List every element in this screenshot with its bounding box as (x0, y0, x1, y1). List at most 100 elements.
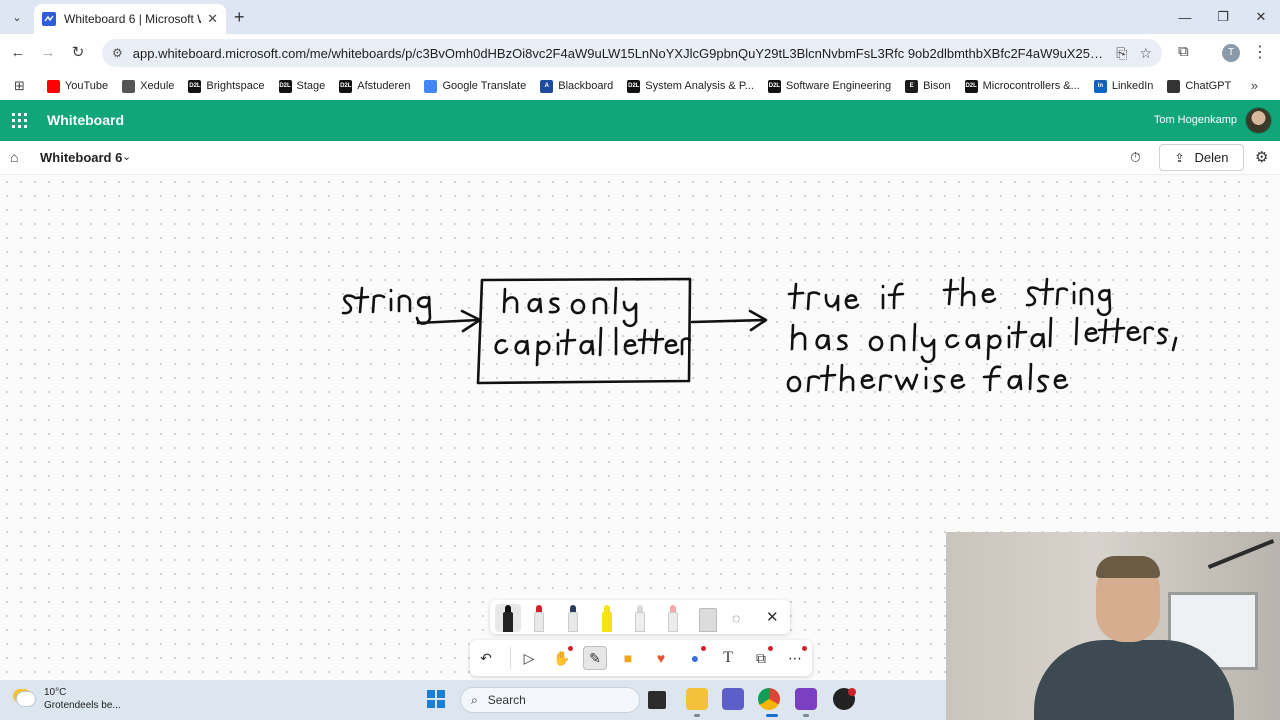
settings-gear-icon[interactable]: ⚙ (1255, 148, 1268, 166)
install-app-icon[interactable]: ⎘ (1116, 45, 1127, 62)
bookmark-item[interactable]: D2L Brightspace (188, 79, 265, 93)
timer-icon[interactable]: ⏱ (1130, 149, 1141, 166)
bookmark-favicon-icon: D2L (278, 79, 292, 93)
bookmark-favicon-icon: D2L (188, 79, 202, 93)
new-tab-button[interactable]: + (234, 7, 245, 28)
bookmark-item[interactable]: ChatGPT (1167, 79, 1231, 93)
bookmark-item[interactable]: E Bison (905, 79, 951, 93)
running-indicator (803, 714, 809, 717)
bookmark-item[interactable]: YouTube (46, 79, 108, 93)
teams-icon[interactable] (722, 688, 744, 710)
bookmark-favicon-icon: D2L (767, 79, 781, 93)
weather-description: Grotendeels be... (44, 700, 121, 711)
extensions-icon[interactable]: ⧉ (1178, 43, 1189, 60)
heart-icon[interactable]: ♥ (649, 646, 673, 670)
bookmark-item[interactable]: A Blackboard (540, 79, 614, 93)
share-icon: ⇪ (1174, 150, 1185, 165)
ink-line-otherwise-false (786, 362, 1069, 393)
text-icon[interactable]: T (716, 646, 740, 670)
window-controls: — ❐ ✕ (1166, 0, 1280, 34)
bookmark-item[interactable]: Google Translate (424, 79, 526, 93)
board-title[interactable]: Whiteboard 6 (40, 150, 122, 165)
tab-close-icon[interactable]: ✕ (207, 11, 218, 27)
running-indicator (694, 714, 700, 717)
bookmark-favicon-icon: D2L (339, 79, 353, 93)
eraser-tool[interactable] (664, 604, 682, 632)
minimize-button[interactable]: — (1166, 0, 1204, 34)
sticky-note-icon[interactable]: ■ (616, 646, 640, 670)
site-info-icon[interactable]: ⚙ (112, 46, 123, 60)
lasso-select-icon[interactable]: ◌ (732, 610, 740, 626)
reload-icon[interactable]: ↻ (68, 43, 88, 63)
close-palette-icon[interactable]: ✕ (766, 608, 779, 626)
close-window-button[interactable]: ✕ (1242, 0, 1280, 34)
bookmark-item[interactable]: in LinkedIn (1093, 79, 1153, 93)
weather-widget[interactable]: 10°C Grotendeels be... (16, 686, 121, 712)
restore-button[interactable]: ❐ (1204, 0, 1242, 34)
home-icon[interactable]: ⌂ (10, 149, 18, 165)
pen-icon[interactable]: ✎ (583, 646, 607, 670)
profile-avatar[interactable]: T (1222, 44, 1240, 62)
undo-icon[interactable]: ↶ (474, 646, 498, 670)
red-pen-tool[interactable] (530, 604, 548, 632)
chrome-icon[interactable] (758, 688, 780, 710)
white-pen-tool[interactable] (631, 604, 649, 632)
bookmark-label: Bison (923, 80, 951, 92)
bookmark-item[interactable]: Xedule (122, 79, 174, 93)
select-icon[interactable]: ▷ (517, 646, 541, 670)
ink-word-string (341, 286, 432, 325)
yellow-highlighter-tool[interactable] (598, 604, 616, 632)
main-toolbar: ↶ ▷ ✋ ✎ ■ ♥ ● T ⧉ ⋯ (470, 640, 812, 676)
bookmark-item[interactable]: D2L Microcontrollers &... (964, 79, 1080, 93)
share-button[interactable]: ⇪ Delen (1159, 144, 1244, 171)
bookmark-label: Brightspace (206, 80, 265, 92)
bookmarks-bar: ⊞ YouTube Xedule D2L Brightspace D2L Stage D2L… (0, 72, 1280, 100)
app-title[interactable]: Whiteboard (47, 112, 124, 128)
ruler-tool[interactable] (696, 604, 720, 632)
ink-word-has-only (502, 286, 638, 328)
ink-word-capital-letters (494, 326, 692, 367)
recording-dot (848, 688, 856, 696)
visual-studio-icon[interactable] (795, 688, 817, 710)
bookmark-item[interactable]: D2L Afstuderen (339, 79, 411, 93)
chevron-down-icon[interactable]: ⌄ (122, 150, 131, 163)
webcam-lamp (1207, 539, 1275, 569)
browser-tab-whiteboard[interactable]: Whiteboard 6 | Microsoft Whiteboard ✕ (34, 4, 226, 34)
url-text[interactable]: app.whiteboard.microsoft.com/me/whiteboa… (133, 46, 1104, 61)
black-pen-tool[interactable] (495, 604, 521, 632)
task-view-icon[interactable] (648, 691, 666, 709)
bookmark-item[interactable]: D2L Stage (278, 79, 326, 93)
bookmark-star-icon[interactable]: ☆ (1139, 45, 1152, 62)
taskbar-search[interactable]: ⌕ Search (460, 687, 640, 713)
app-launcher-icon[interactable] (12, 113, 27, 128)
bookmark-favicon-icon (122, 79, 136, 93)
apps-grid-icon[interactable]: ⊞ (14, 78, 25, 94)
bookmark-label: Stage (296, 80, 326, 92)
bookmark-label: Microcontrollers &... (982, 80, 1080, 92)
bookmark-favicon-icon (46, 79, 60, 93)
bookmark-favicon-icon (424, 79, 438, 93)
bookmark-label: Afstuderen (357, 80, 411, 92)
windows-start-icon[interactable] (427, 690, 445, 708)
bookmark-label: Blackboard (558, 80, 614, 92)
address-bar[interactable]: ⚙ app.whiteboard.microsoft.com/me/whiteb… (102, 39, 1162, 67)
notification-dot (768, 646, 773, 651)
bookmark-label: System Analysis & P... (645, 80, 754, 92)
bookmark-favicon-icon (1167, 79, 1181, 93)
blue-pen-tool[interactable] (564, 604, 582, 632)
tab-search-dropdown-icon[interactable]: ⌄ (6, 6, 28, 28)
browser-menu-icon[interactable]: ⋮ (1252, 42, 1268, 62)
board-header: ⌂ Whiteboard 6 ⌄ ⏱ ⇪ Delen ⚙ (0, 141, 1280, 175)
app-header: Whiteboard Tom Hogenkamp (0, 100, 1280, 141)
back-arrow-icon[interactable]: ← (8, 43, 28, 63)
bookmark-item[interactable]: D2L System Analysis & P... (627, 79, 754, 93)
bookmark-item[interactable]: D2L Software Engineering (767, 79, 891, 93)
forward-arrow-icon[interactable]: → (38, 43, 58, 63)
bookmarks-overflow-icon[interactable]: » (1251, 78, 1258, 93)
bookmark-favicon-icon: D2L (964, 79, 978, 93)
user-avatar[interactable] (1245, 107, 1272, 134)
user-name: Tom Hogenkamp (1153, 114, 1237, 126)
file-explorer-icon[interactable] (686, 688, 708, 710)
browser-tab-strip: ⌄ Whiteboard 6 | Microsoft Whiteboard ✕ … (0, 0, 1280, 34)
bookmark-favicon-icon: A (540, 79, 554, 93)
